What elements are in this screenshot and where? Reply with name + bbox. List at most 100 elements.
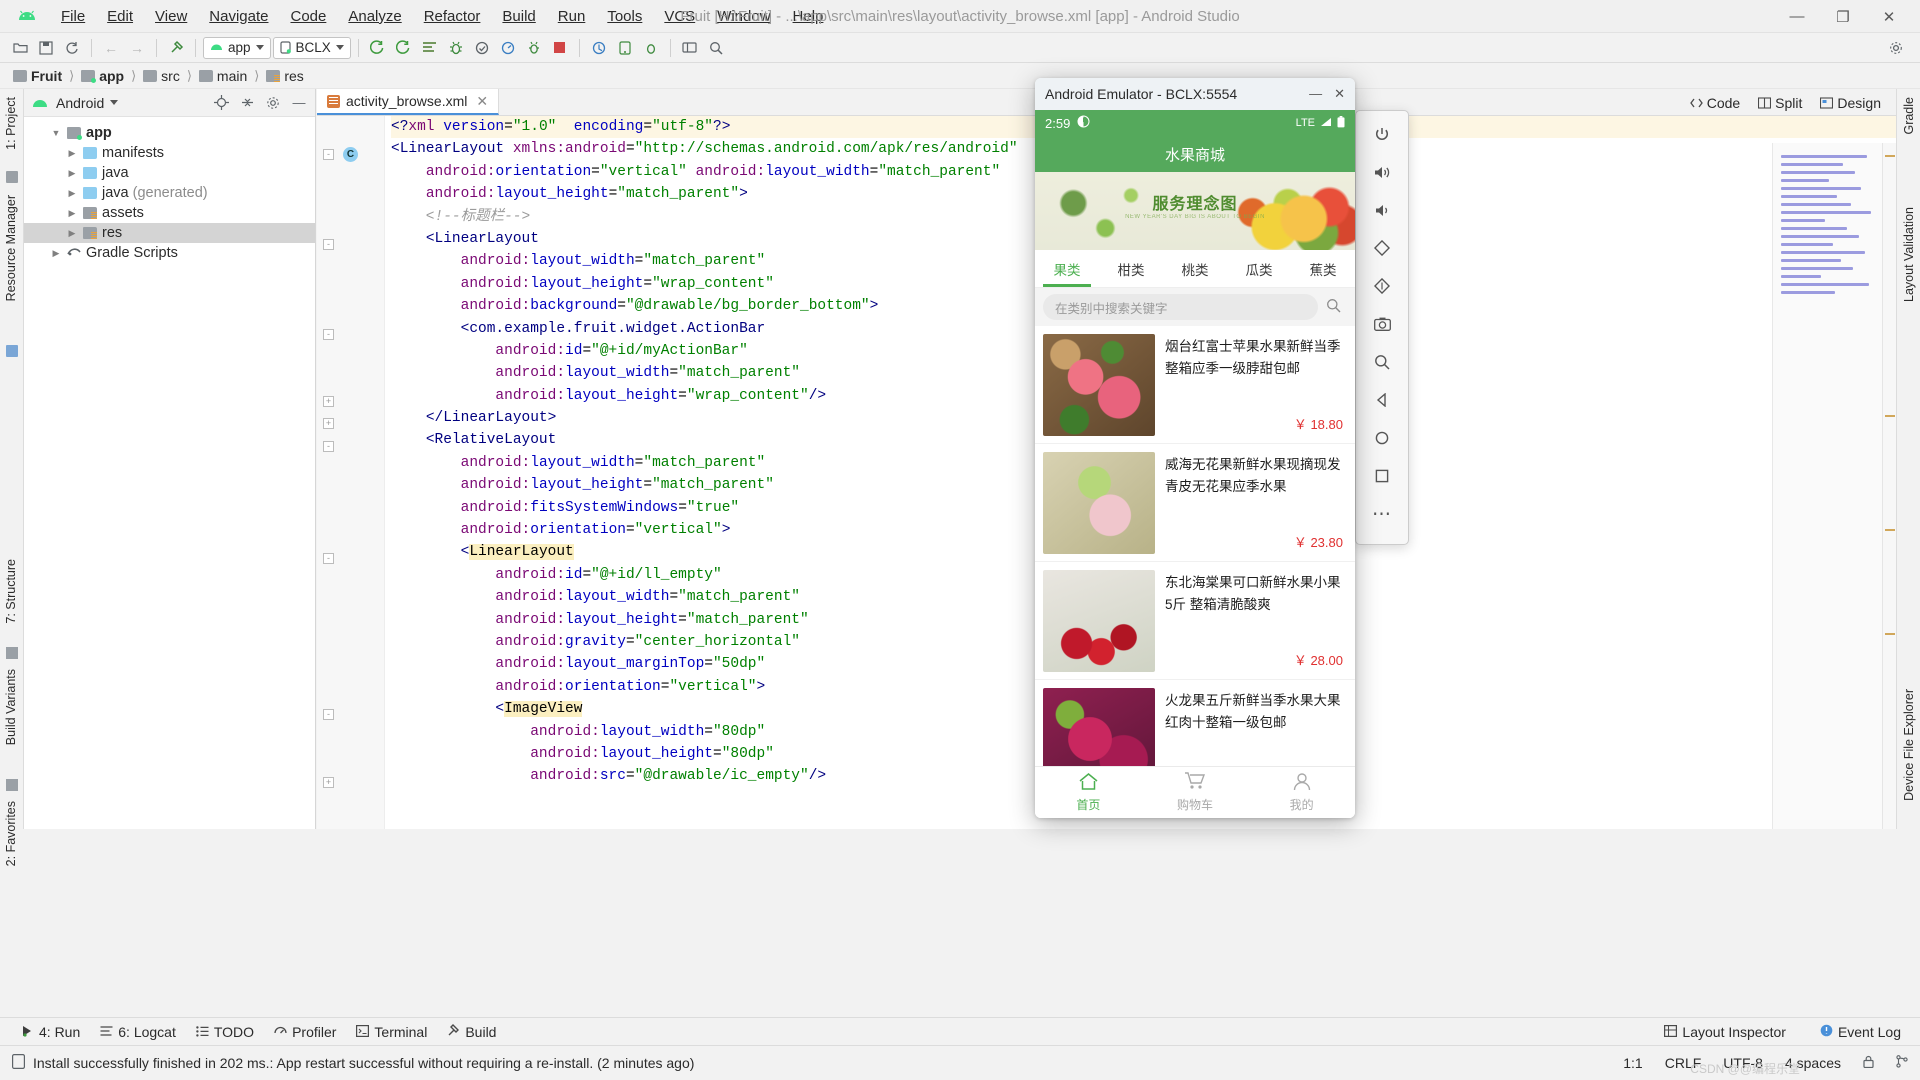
chevron-right-icon[interactable]: ▶ — [66, 208, 78, 219]
view-mode-design[interactable]: Design — [1813, 93, 1888, 113]
window-controls[interactable]: — ❐ ✕ — [1774, 0, 1912, 33]
view-mode-split[interactable]: Split — [1751, 93, 1809, 113]
product-list-item[interactable]: 威海无花果新鲜水果现摘现发青皮无花果应季水果 ￥ 23.80 — [1035, 444, 1355, 562]
stripe-warning-mark[interactable] — [1885, 529, 1895, 531]
menu-refactor[interactable]: Refactor — [413, 4, 492, 29]
device-manager-icon[interactable] — [613, 36, 637, 60]
search-everywhere-icon[interactable] — [704, 36, 728, 60]
tool-button-todo[interactable]: TODO — [187, 1021, 263, 1043]
search-bar-container[interactable]: 在类别中搜索关键字 — [1035, 288, 1355, 326]
collapse-all-icon[interactable] — [237, 93, 257, 113]
promo-banner[interactable]: 服务理念图 NEW YEAR'S DAY BIG IS ABOUT TO BEG… — [1035, 172, 1355, 250]
caret-position[interactable]: 1:1 — [1623, 1055, 1642, 1071]
fold-collapse-icon[interactable]: - — [323, 329, 334, 340]
fold-expand-icon[interactable]: + — [323, 777, 334, 788]
hide-panel-icon[interactable]: — — [289, 93, 309, 113]
tree-node-java[interactable]: ▶ java — [24, 163, 315, 183]
breadcrumb[interactable]: Fruit ⟩ app ⟩ src ⟩ main ⟩ res — [0, 63, 1920, 89]
maximize-button[interactable]: ❐ — [1820, 0, 1866, 33]
tree-node-gradle-scripts[interactable]: ▶ Gradle Scripts — [24, 243, 315, 263]
chevron-right-icon[interactable]: ▶ — [66, 148, 78, 159]
menu-navigate[interactable]: Navigate — [198, 4, 279, 29]
tree-node-res[interactable]: ▶ res — [24, 223, 315, 243]
branch-icon[interactable] — [1896, 1055, 1908, 1071]
bottom-nav-profile[interactable]: 我的 — [1248, 772, 1355, 813]
chevron-right-icon[interactable]: ▶ — [66, 228, 78, 239]
lock-icon[interactable] — [1863, 1055, 1874, 1071]
fold-collapse-icon[interactable]: - — [323, 149, 334, 160]
fold-expand-icon[interactable]: + — [323, 418, 334, 429]
editor-view-mode-switcher[interactable]: Code Split Design — [1683, 89, 1896, 116]
back-nav-icon[interactable] — [1365, 385, 1399, 415]
locate-file-icon[interactable] — [211, 93, 231, 113]
sync-icon[interactable] — [60, 36, 84, 60]
category-tab-gualei[interactable]: 瓜类 — [1227, 250, 1291, 287]
chevron-down-icon[interactable]: ▼ — [50, 128, 62, 138]
fold-collapse-icon[interactable]: - — [323, 441, 334, 452]
search-icon[interactable] — [1326, 298, 1347, 316]
tool-button-terminal[interactable]: Terminal — [347, 1021, 436, 1043]
emulator-close-button[interactable]: ✕ — [1334, 86, 1345, 102]
chevron-right-icon[interactable]: ▶ — [66, 168, 78, 179]
close-icon[interactable]: ✕ — [476, 93, 488, 110]
fold-expand-icon[interactable]: + — [323, 396, 334, 407]
sidebar-item-structure[interactable]: 7: Structure — [4, 559, 18, 624]
right-tool-rail[interactable]: Gradle Layout Validation Device File Exp… — [1896, 89, 1920, 829]
sidebar-item-device-file-explorer[interactable]: Device File Explorer — [1902, 689, 1916, 801]
bottom-nav-home[interactable]: 首页 — [1035, 772, 1142, 813]
breadcrumb-item-res[interactable]: res — [263, 68, 306, 84]
tree-node-assets[interactable]: ▶ assets — [24, 203, 315, 223]
menu-help[interactable]: Help — [782, 4, 835, 29]
more-options-icon[interactable]: ⋯ — [1365, 499, 1399, 529]
sidebar-item-favorites[interactable]: 2: Favorites — [4, 801, 18, 866]
view-mode-code[interactable]: Code — [1683, 93, 1747, 113]
project-tool-window[interactable]: Android — ▼ app ▶ manifests — [24, 89, 316, 829]
fold-collapse-icon[interactable]: - — [323, 709, 334, 720]
device-selector-dropdown[interactable]: BCLX — [273, 37, 351, 59]
sidebar-item-gradle[interactable]: Gradle — [1902, 97, 1916, 135]
emulator-window-controls[interactable]: — ✕ — [1309, 86, 1345, 102]
bottom-nav-cart[interactable]: 购物车 — [1142, 772, 1249, 813]
product-list[interactable]: 烟台红富士苹果水果新鲜当季整箱应季一级脖甜包邮 ￥ 18.80 威海无花果新鲜水… — [1035, 326, 1355, 798]
left-tool-rail[interactable]: 1: Project Resource Manager 7: Structure… — [0, 89, 24, 829]
tool-button-build[interactable]: Build — [438, 1021, 505, 1043]
avd-manager-icon[interactable] — [522, 36, 546, 60]
zoom-icon[interactable] — [1365, 347, 1399, 377]
sidebar-item-layout-validation[interactable]: Layout Validation — [1902, 207, 1916, 302]
open-folder-icon[interactable] — [8, 36, 32, 60]
apply-changes-icon[interactable] — [418, 36, 442, 60]
project-structure-icon[interactable] — [678, 36, 702, 60]
run-icon[interactable] — [366, 36, 390, 60]
tool-button-layout-inspector[interactable]: Layout Inspector — [1655, 1021, 1795, 1043]
debug-icon[interactable] — [444, 36, 468, 60]
menu-build[interactable]: Build — [491, 4, 546, 29]
chevron-right-icon[interactable]: ▶ — [50, 248, 62, 259]
breadcrumb-item-fruit[interactable]: Fruit — [10, 68, 65, 84]
sidebar-item-build-variants[interactable]: Build Variants — [4, 669, 18, 745]
sidebar-item-resource-manager[interactable]: Resource Manager — [4, 195, 18, 301]
tool-button-event-log[interactable]: Event Log — [1811, 1021, 1910, 1043]
project-panel-header[interactable]: Android — — [24, 89, 315, 117]
bottom-tool-window-bar[interactable]: 4: Run 6: Logcat TODO Profiler Terminal — [0, 1017, 1920, 1045]
close-button[interactable]: ✕ — [1866, 0, 1912, 33]
menu-bar[interactable]: File Edit View Navigate Code Analyze Ref… — [50, 4, 834, 29]
breadcrumb-item-app[interactable]: app — [78, 68, 127, 84]
editor-error-stripe[interactable] — [1882, 143, 1896, 829]
breadcrumb-item-src[interactable]: src — [140, 68, 183, 84]
chevron-down-icon[interactable] — [110, 100, 118, 105]
stripe-warning-mark[interactable] — [1885, 415, 1895, 417]
volume-up-icon[interactable] — [1365, 157, 1399, 187]
avd-icon[interactable] — [639, 36, 663, 60]
layout-preview-minimap[interactable] — [1772, 143, 1882, 829]
overview-nav-icon[interactable] — [1365, 461, 1399, 491]
rotate-left-icon[interactable] — [1365, 233, 1399, 263]
category-tab-jiaolei[interactable]: 蕉类 — [1291, 250, 1355, 287]
tool-button-logcat[interactable]: 6: Logcat — [91, 1021, 185, 1043]
emulator-side-toolbar[interactable]: ⋯ — [1355, 110, 1409, 545]
sidebar-item-project[interactable]: 1: Project — [4, 97, 18, 150]
save-icon[interactable] — [34, 36, 58, 60]
power-icon[interactable] — [1365, 119, 1399, 149]
product-list-item[interactable]: 烟台红富士苹果水果新鲜当季整箱应季一级脖甜包邮 ￥ 18.80 — [1035, 326, 1355, 444]
editor-gutter[interactable] — [317, 116, 385, 829]
tool-button-profiler[interactable]: Profiler — [265, 1021, 345, 1043]
